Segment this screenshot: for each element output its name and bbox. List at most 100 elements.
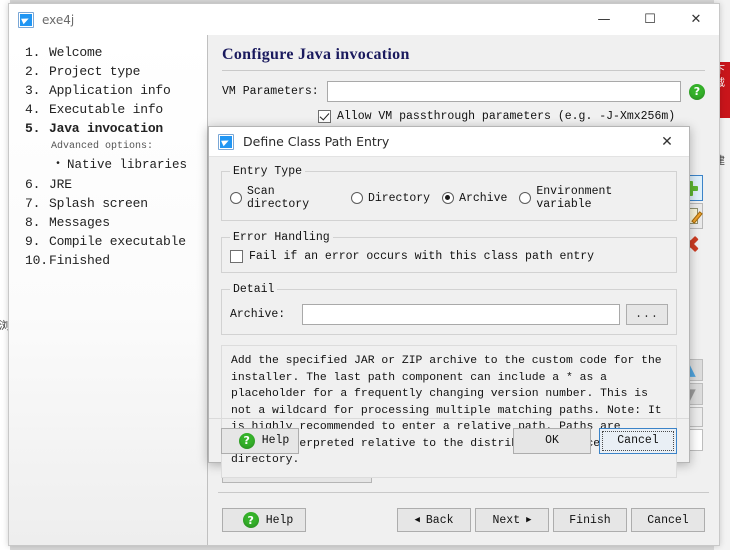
sidebar-item-application-info[interactable]: 3. Application info bbox=[25, 81, 207, 100]
step-number: 8. bbox=[25, 215, 41, 230]
dialog-body: Entry Type Scan directory Directory Arch… bbox=[209, 157, 689, 335]
page-header: Configure Java invocation bbox=[208, 35, 719, 71]
finish-button[interactable]: Finish bbox=[553, 508, 627, 532]
step-number: 9. bbox=[25, 234, 41, 249]
minimize-icon[interactable]: — bbox=[581, 4, 627, 35]
error-handling-group: Error Handling Fail if an error occurs w… bbox=[221, 231, 677, 273]
step-label: Java invocation bbox=[49, 121, 164, 136]
dialog-footer: ? Help OK Cancel bbox=[209, 418, 689, 462]
error-handling-legend: Error Handling bbox=[233, 231, 330, 244]
detail-legend: Detail bbox=[233, 283, 275, 296]
step-label: Application info bbox=[49, 83, 171, 98]
dialog-help-label: Help bbox=[261, 434, 290, 447]
passthrough-checkbox[interactable] bbox=[318, 110, 331, 123]
exe4j-watermark: exe4j bbox=[9, 371, 203, 541]
detail-group: Detail Archive: ... bbox=[221, 283, 677, 335]
sidebar-item-jre[interactable]: 6. JRE bbox=[25, 175, 207, 194]
sidebar-item-finished[interactable]: 10. Finished bbox=[25, 251, 207, 270]
radio-label: Directory bbox=[367, 191, 431, 205]
window-titlebar: exe4j — ☐ ✕ bbox=[9, 4, 719, 35]
radio-scan-directory[interactable]: Scan directory bbox=[230, 185, 339, 211]
help-icon: ? bbox=[242, 512, 259, 528]
browse-button[interactable]: ... bbox=[626, 304, 668, 325]
wizard-footer: ? Help ◀ Back Next ▶ Finish Cancel bbox=[208, 495, 719, 545]
fail-on-error-row[interactable]: Fail if an error occurs with this class … bbox=[230, 247, 668, 263]
archive-row: Archive: ... bbox=[230, 299, 668, 325]
help-button-label: Help bbox=[265, 513, 294, 527]
advanced-options-header: Advanced options: bbox=[51, 141, 154, 152]
vm-parameters-label: VM Parameters: bbox=[222, 85, 319, 98]
fail-on-error-checkbox[interactable] bbox=[230, 250, 243, 263]
radio-indicator bbox=[442, 192, 455, 204]
step-label: Messages bbox=[49, 215, 110, 230]
next-button-label: Next bbox=[492, 513, 521, 527]
wizard-sidebar: 1. Welcome 2. Project type 3. Applicatio… bbox=[9, 35, 208, 545]
help-icon: ? bbox=[238, 432, 255, 449]
passthrough-row[interactable]: Allow VM passthrough parameters (e.g. -J… bbox=[208, 102, 719, 123]
entry-type-radios: Scan directory Directory Archive Environ… bbox=[230, 181, 668, 211]
sidebar-item-compile-executable[interactable]: 9. Compile executable bbox=[25, 232, 207, 251]
step-number: 7. bbox=[25, 196, 41, 211]
step-label: JRE bbox=[49, 177, 72, 192]
screen: 浏览器 下载 建 exe4j — ☐ ✕ 1. Welcome bbox=[0, 0, 730, 550]
page-title: Configure Java invocation bbox=[222, 46, 410, 63]
sidebar-item-welcome[interactable]: 1. Welcome bbox=[25, 43, 207, 62]
sidebar-item-splash-screen[interactable]: 7. Splash screen bbox=[25, 194, 207, 213]
exe4j-app-icon bbox=[18, 11, 34, 28]
step-number: 2. bbox=[25, 64, 41, 79]
step-label: Executable info bbox=[49, 102, 164, 117]
define-class-path-entry-dialog: Define Class Path Entry ✕ Entry Type Sca… bbox=[208, 126, 690, 478]
window-controls: — ☐ ✕ bbox=[581, 4, 719, 35]
sidebar-item-native-libraries[interactable]: Native libraries bbox=[55, 155, 207, 175]
radio-indicator bbox=[230, 192, 242, 204]
entry-type-legend: Entry Type bbox=[233, 165, 303, 178]
cancel-button[interactable]: Cancel bbox=[631, 508, 705, 532]
step-label: Finished bbox=[49, 253, 110, 268]
entry-type-group: Entry Type Scan directory Directory Arch… bbox=[221, 165, 677, 221]
window-title: exe4j bbox=[42, 12, 75, 27]
radio-directory[interactable]: Directory bbox=[350, 191, 431, 205]
step-label: Splash screen bbox=[49, 196, 148, 211]
sidebar-item-executable-info[interactable]: 4. Executable info bbox=[25, 100, 207, 119]
radio-environment-variable[interactable]: Environment variable bbox=[519, 185, 668, 211]
dialog-help-button[interactable]: ? Help bbox=[221, 427, 299, 454]
step-label: Compile executable bbox=[49, 234, 186, 249]
dialog-cancel-button[interactable]: Cancel bbox=[599, 427, 677, 454]
back-button-label: Back bbox=[425, 513, 454, 527]
maximize-icon[interactable]: ☐ bbox=[627, 4, 673, 35]
help-button[interactable]: ? Help bbox=[222, 508, 306, 532]
step-number: 6. bbox=[25, 177, 41, 192]
wizard-step-list: 1. Welcome 2. Project type 3. Applicatio… bbox=[9, 35, 207, 270]
step-number: 3. bbox=[25, 83, 41, 98]
passthrough-label: Allow VM passthrough parameters (e.g. -J… bbox=[337, 110, 676, 123]
dialog-titlebar: Define Class Path Entry ✕ bbox=[209, 127, 689, 157]
step-number: 4. bbox=[25, 102, 41, 117]
step-number: 5. bbox=[25, 121, 41, 136]
radio-label: Archive bbox=[459, 191, 508, 205]
step-label: Welcome bbox=[49, 45, 103, 60]
step-number: 10. bbox=[25, 253, 48, 268]
archive-input[interactable] bbox=[302, 304, 620, 325]
next-button[interactable]: Next ▶ bbox=[475, 508, 549, 532]
radio-label: Scan directory bbox=[247, 185, 310, 211]
radio-label: Environment variable bbox=[536, 185, 613, 211]
help-icon[interactable]: ? bbox=[689, 83, 705, 100]
sidebar-item-project-type[interactable]: 2. Project type bbox=[25, 62, 207, 81]
exe4j-app-icon bbox=[218, 133, 234, 150]
sidebar-item-messages[interactable]: 8. Messages bbox=[25, 213, 207, 232]
arrow-left-icon: ◀ bbox=[414, 515, 420, 525]
footer-divider bbox=[218, 492, 709, 493]
dialog-close-icon[interactable]: ✕ bbox=[645, 127, 689, 156]
sidebar-item-java-invocation[interactable]: 5. Java invocation bbox=[25, 119, 207, 138]
step-label: Project type bbox=[49, 64, 141, 79]
archive-label: Archive: bbox=[230, 308, 286, 321]
fail-on-error-label: Fail if an error occurs with this class … bbox=[249, 250, 595, 263]
vm-parameters-row: VM Parameters: ? bbox=[208, 71, 719, 102]
radio-indicator bbox=[350, 192, 363, 204]
back-button[interactable]: ◀ Back bbox=[397, 508, 471, 532]
vm-parameters-input[interactable] bbox=[326, 81, 681, 102]
radio-archive[interactable]: Archive bbox=[442, 192, 507, 205]
radio-indicator bbox=[519, 192, 532, 204]
close-icon[interactable]: ✕ bbox=[673, 4, 719, 35]
dialog-ok-button[interactable]: OK bbox=[513, 427, 591, 454]
